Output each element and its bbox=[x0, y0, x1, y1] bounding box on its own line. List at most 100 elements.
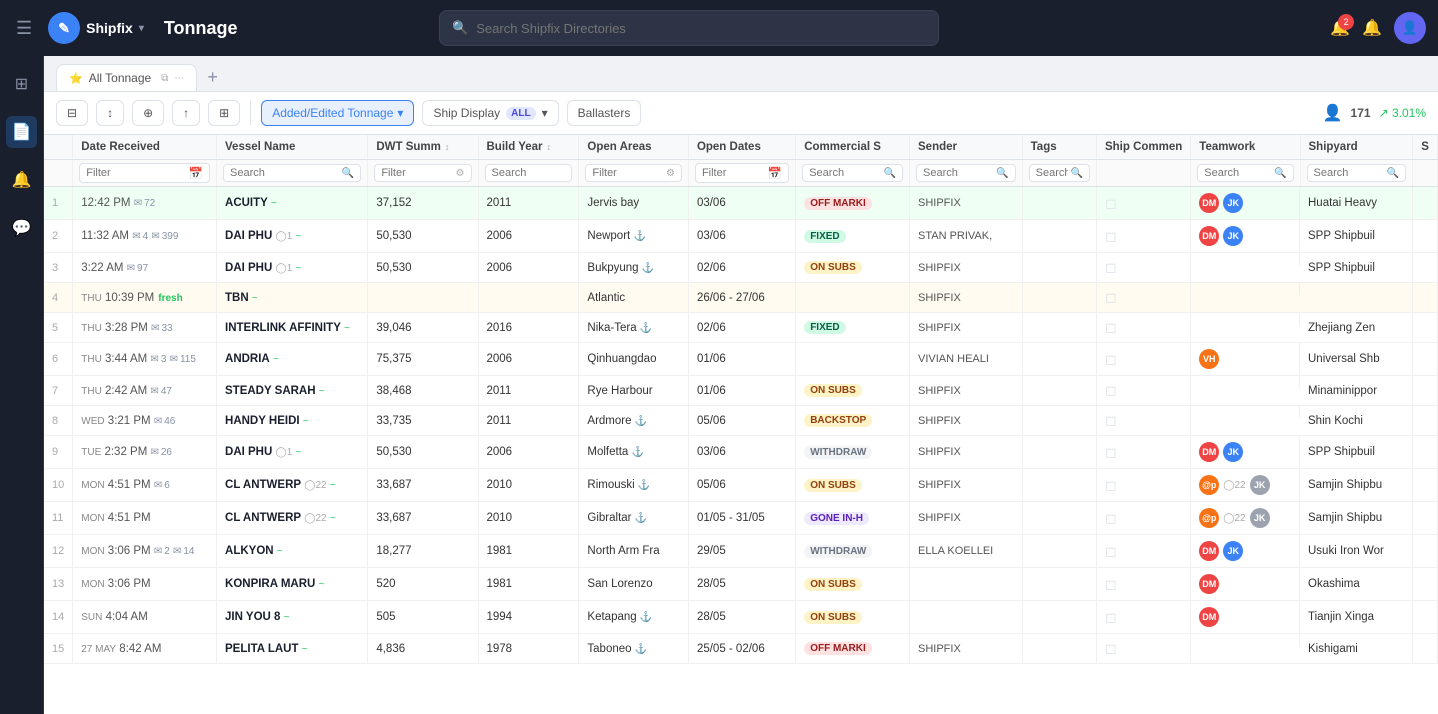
filter-date[interactable]: 📅 bbox=[79, 163, 210, 183]
table-row[interactable]: 12 MON 3:06 PM ✉2 ✉14 ALKYON ~ 18,277 19… bbox=[44, 535, 1438, 568]
s-cell bbox=[1413, 313, 1438, 343]
search-sender[interactable]: 🔍 bbox=[916, 164, 1016, 182]
search-teamwork-input[interactable] bbox=[1204, 167, 1271, 179]
s-cell bbox=[1413, 253, 1438, 283]
shipyard-cell: SPP Shipbuil bbox=[1300, 436, 1413, 469]
commercial-cell: FIXED bbox=[796, 220, 910, 253]
col-num bbox=[44, 135, 73, 160]
sidebar-icon-alert[interactable]: 🔔 bbox=[6, 164, 38, 196]
search-vessel[interactable]: 🔍 bbox=[223, 164, 361, 182]
upload-button[interactable]: ↑ bbox=[172, 100, 200, 126]
col-open-areas[interactable]: Open Areas bbox=[579, 135, 689, 160]
search-sender-icon: 🔍 bbox=[996, 168, 1008, 179]
refresh-button[interactable]: ↕ bbox=[96, 100, 124, 126]
col-tags[interactable]: Tags bbox=[1022, 135, 1096, 160]
filter-open-area[interactable]: ⚙ bbox=[585, 164, 682, 182]
date-cell: MON 4:51 PM bbox=[73, 502, 217, 535]
filter-open-dates[interactable]: 📅 bbox=[695, 163, 789, 183]
table-row[interactable]: 7 THU 2:42 AM ✉47 STEADY SARAH ~ 38,468 … bbox=[44, 376, 1438, 406]
table-row[interactable]: 3 3:22 AM ✉97 DAI PHU ◯1 ~ 50,530 2006 B… bbox=[44, 253, 1438, 283]
dwt-cell: 50,530 bbox=[368, 436, 478, 469]
added-edited-label: Added/Edited Tonnage bbox=[272, 106, 393, 120]
global-search[interactable]: 🔍 bbox=[439, 10, 939, 46]
open-area-cell: Taboneo ⚓ bbox=[579, 634, 689, 664]
col-dwt[interactable]: DWT Summ↕ bbox=[368, 135, 478, 160]
global-search-input[interactable] bbox=[476, 21, 926, 36]
col-ship-comments[interactable]: Ship Commen bbox=[1096, 135, 1190, 160]
hamburger-button[interactable]: ☰ bbox=[12, 14, 36, 43]
table-row[interactable]: 11 MON 4:51 PM CL ANTWERP ◯22 ~ 33,687 2… bbox=[44, 502, 1438, 535]
row-number: 3 bbox=[44, 253, 73, 283]
bell-button[interactable]: 🔔 bbox=[1362, 18, 1382, 38]
commercial-cell: WITHDRAW bbox=[796, 436, 910, 469]
col-build-year[interactable]: Build Year↕ bbox=[478, 135, 579, 160]
sidebar-icon-grid[interactable]: ⊞ bbox=[9, 68, 34, 100]
sidebar-icon-chat[interactable]: 💬 bbox=[6, 212, 38, 244]
tab-more-icon[interactable]: ⋯ bbox=[174, 73, 184, 84]
search-tags[interactable]: 🔍 bbox=[1029, 164, 1090, 182]
search-commercial[interactable]: 🔍 bbox=[802, 164, 903, 182]
col-date-received[interactable]: Date Received bbox=[73, 135, 217, 160]
table-row[interactable]: 1 12:42 PM ✉72 ACUITY ~ 37,152 2011 Jerv… bbox=[44, 187, 1438, 220]
notifications-button[interactable]: 🔔 2 bbox=[1330, 18, 1350, 38]
tab-copy-icon[interactable]: ⧉ bbox=[161, 73, 168, 84]
col-vessel-name[interactable]: Vessel Name bbox=[217, 135, 368, 160]
search-shipyard-input[interactable] bbox=[1314, 167, 1384, 179]
user-avatar[interactable]: 👤 bbox=[1394, 12, 1426, 44]
search-commercial-input[interactable] bbox=[809, 167, 880, 179]
col-commercial[interactable]: Commercial S bbox=[796, 135, 910, 160]
date-cell: WED 3:21 PM ✉46 bbox=[73, 406, 217, 436]
table-row[interactable]: 8 WED 3:21 PM ✉46 HANDY HEIDI ~ 33,735 2… bbox=[44, 406, 1438, 436]
col-sender[interactable]: Sender bbox=[910, 135, 1023, 160]
ballasters-button[interactable]: Ballasters bbox=[567, 100, 642, 126]
teamwork-cell bbox=[1191, 313, 1300, 325]
filter-open-dates-input[interactable] bbox=[702, 167, 765, 179]
user-select-icon[interactable]: 👤 bbox=[1323, 103, 1343, 123]
filter-dwt-input[interactable] bbox=[381, 167, 452, 179]
date-cell: MON 3:06 PM bbox=[73, 568, 217, 601]
open-area-cell: Ketapang ⚓ bbox=[579, 601, 689, 634]
tags-cell bbox=[1022, 502, 1096, 535]
tab-all-tonnage[interactable]: ⭐ All Tonnage ⧉ ⋯ bbox=[56, 64, 197, 91]
add-button[interactable]: ⊕ bbox=[132, 100, 164, 126]
teamwork-cell bbox=[1191, 283, 1300, 295]
commercial-cell bbox=[796, 343, 910, 376]
search-tags-input[interactable] bbox=[1036, 167, 1068, 179]
vessel-cell: ALKYON ~ bbox=[217, 535, 368, 568]
table-row[interactable]: 2 11:32 AM ✉4 ✉399 DAI PHU ◯1 ~ 50,530 2… bbox=[44, 220, 1438, 253]
search-build-input[interactable] bbox=[492, 167, 566, 179]
brand-dropdown[interactable]: ✎ Shipfix ▾ bbox=[48, 12, 144, 44]
s-cell bbox=[1413, 343, 1438, 376]
table-row[interactable]: 13 MON 3:06 PM KONPIRA MARU ~ 520 1981 S… bbox=[44, 568, 1438, 601]
col-shipyard[interactable]: Shipyard bbox=[1300, 135, 1413, 160]
sender-cell: SHIPFIX bbox=[910, 469, 1023, 502]
filter-open-area-input[interactable] bbox=[592, 167, 663, 179]
ship-display-button[interactable]: Ship Display ALL ▾ bbox=[422, 100, 558, 126]
table-row[interactable]: 6 THU 3:44 AM ✉3 ✉115 ANDRIA ~ 75,375 20… bbox=[44, 343, 1438, 376]
commercial-cell: WITHDRAW bbox=[796, 535, 910, 568]
add-tab-button[interactable]: + bbox=[201, 65, 224, 90]
search-vessel-input[interactable] bbox=[230, 167, 339, 179]
col-open-dates[interactable]: Open Dates bbox=[688, 135, 795, 160]
filter-dwt[interactable]: ⚙ bbox=[374, 164, 471, 182]
filter-date-input[interactable] bbox=[86, 167, 185, 179]
search-sender-input[interactable] bbox=[923, 167, 993, 179]
table-row[interactable]: 10 MON 4:51 PM ✉6 CL ANTWERP ◯22 ~ 33,68… bbox=[44, 469, 1438, 502]
row-number: 11 bbox=[44, 502, 73, 535]
build-cell bbox=[478, 283, 579, 313]
search-shipyard[interactable]: 🔍 bbox=[1307, 164, 1407, 182]
columns-button[interactable]: ⊞ bbox=[208, 100, 240, 126]
col-s[interactable]: S bbox=[1413, 135, 1438, 160]
table-row[interactable]: 14 SUN 4:04 AM JIN YOU 8 ~ 505 1994 Keta… bbox=[44, 601, 1438, 634]
added-edited-button[interactable]: Added/Edited Tonnage ▾ bbox=[261, 100, 414, 126]
filter-button[interactable]: ⊟ bbox=[56, 100, 88, 126]
open-date-cell: 03/06 bbox=[688, 436, 795, 469]
table-row[interactable]: 9 TUE 2:32 PM ✉26 DAI PHU ◯1 ~ 50,530 20… bbox=[44, 436, 1438, 469]
search-build[interactable] bbox=[485, 164, 573, 182]
table-row[interactable]: 5 THU 3:28 PM ✉33 INTERLINK AFFINITY ~ 3… bbox=[44, 313, 1438, 343]
table-row[interactable]: 15 27 MAY 8:42 AM PELITA LAUT ~ 4,836 19… bbox=[44, 634, 1438, 664]
search-teamwork[interactable]: 🔍 bbox=[1197, 164, 1293, 182]
sidebar-icon-doc[interactable]: 📄 bbox=[6, 116, 38, 148]
table-row[interactable]: 4 THU 10:39 PMfresh TBN ~ Atlantic 26/06… bbox=[44, 283, 1438, 313]
col-teamwork[interactable]: Teamwork bbox=[1191, 135, 1300, 160]
